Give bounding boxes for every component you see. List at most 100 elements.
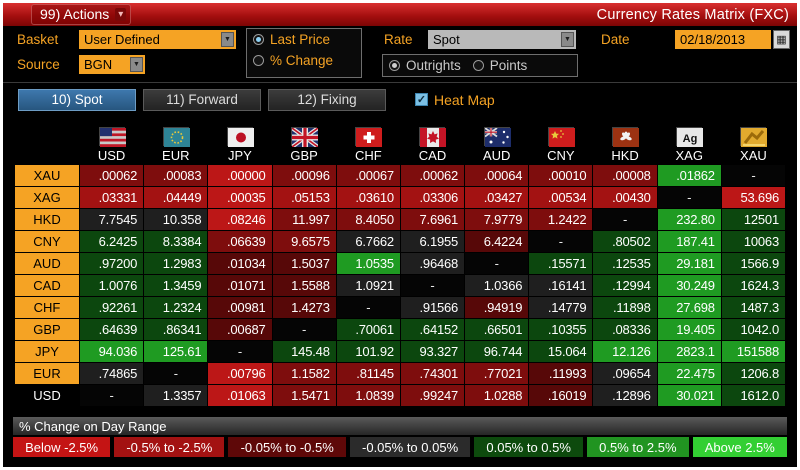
rate-cell-xag-gbp[interactable]: .05153 [272,187,336,208]
rate-cell-usd-chf[interactable]: 1.0839 [336,385,400,406]
rate-cell-xau-gbp[interactable]: .00096 [272,165,336,186]
rate-cell-aud-hkd[interactable]: .12535 [593,253,657,274]
rate-cell-cny-usd[interactable]: 6.2425 [80,231,144,252]
rate-cell-jpy-hkd[interactable]: 12.126 [593,341,657,362]
rate-cell-xau-aud[interactable]: .00064 [465,165,529,186]
rate-cell-usd-hkd[interactable]: .12896 [593,385,657,406]
row-header-xau[interactable]: XAU [15,165,79,186]
rate-cell-gbp-xau[interactable]: 1042.0 [721,319,785,340]
rate-cell-jpy-gbp[interactable]: 145.48 [272,341,336,362]
rate-cell-jpy-eur[interactable]: 125.61 [144,341,208,362]
rate-cell-gbp-cad[interactable]: .64152 [400,319,465,340]
rate-cell-cad-gbp[interactable]: 1.5588 [272,275,336,296]
rate-cell-usd-cad[interactable]: .99247 [400,385,465,406]
rate-cell-chf-xag[interactable]: 27.698 [657,297,721,318]
tab-spot[interactable]: 10) Spot [18,88,136,111]
row-header-hkd[interactable]: HKD [15,209,79,230]
rate-cell-usd-xag[interactable]: 30.021 [657,385,721,406]
column-header-chf[interactable]: CHF [336,147,400,164]
radio-option--change[interactable]: % Change [247,50,361,71]
rate-cell-jpy-aud[interactable]: 96.744 [465,341,529,362]
rate-cell-jpy-xau[interactable]: 151588 [721,341,785,362]
rate-cell-cny-cny[interactable]: - [529,231,593,252]
rate-cell-cad-chf[interactable]: 1.0921 [336,275,400,296]
rate-cell-cny-aud[interactable]: 6.4224 [465,231,529,252]
radio-option-last-price[interactable]: Last Price [247,29,361,50]
rate-cell-aud-xau[interactable]: 1566.9 [721,253,785,274]
radio-icon[interactable] [253,55,264,66]
rate-cell-hkd-gbp[interactable]: 11.997 [272,209,336,230]
column-header-jpy[interactable]: JPY [208,147,272,164]
rate-cell-cad-xau[interactable]: 1624.3 [721,275,785,296]
row-header-gbp[interactable]: GBP [15,319,79,340]
rate-cell-aud-cad[interactable]: .96468 [400,253,465,274]
tab-fixing[interactable]: 12) Fixing [268,88,386,111]
rate-cell-cny-eur[interactable]: 8.3384 [144,231,208,252]
rate-cell-xau-cad[interactable]: .00062 [400,165,465,186]
row-header-cad[interactable]: CAD [15,275,79,296]
chevron-down-icon[interactable]: ▼ [561,32,574,47]
column-header-aud[interactable]: AUD [465,147,529,164]
rate-cell-gbp-eur[interactable]: .86341 [144,319,208,340]
rate-cell-xag-xag[interactable]: - [657,187,721,208]
calendar-icon[interactable]: ▦ [773,30,790,49]
chevron-down-icon[interactable]: ▼ [130,57,143,72]
rate-cell-usd-aud[interactable]: 1.0288 [465,385,529,406]
rate-cell-gbp-usd[interactable]: .64639 [80,319,144,340]
rate-cell-usd-jpy[interactable]: .01063 [208,385,272,406]
column-header-xag[interactable]: XAG [657,147,721,164]
rate-cell-xau-jpy[interactable]: .00000 [208,165,272,186]
rate-cell-chf-jpy[interactable]: .00981 [208,297,272,318]
radio-option-outrights[interactable]: Outrights [383,55,467,76]
rate-cell-chf-aud[interactable]: .94919 [465,297,529,318]
source-select[interactable]: BGN ▼ [79,55,145,74]
rate-cell-xag-jpy[interactable]: .00035 [208,187,272,208]
radio-selected-icon[interactable] [253,34,264,45]
rate-cell-xau-usd[interactable]: .00062 [80,165,144,186]
row-header-eur[interactable]: EUR [15,363,79,384]
row-header-jpy[interactable]: JPY [15,341,79,362]
rate-cell-hkd-usd[interactable]: 7.7545 [80,209,144,230]
rate-cell-cad-cny[interactable]: .16141 [529,275,593,296]
rate-cell-jpy-usd[interactable]: 94.036 [80,341,144,362]
rate-cell-xag-cny[interactable]: .00534 [529,187,593,208]
tab-forward[interactable]: 11) Forward [143,88,261,111]
actions-menu-button[interactable]: 99) Actions ▾ [31,4,132,25]
rate-cell-eur-hkd[interactable]: .09654 [593,363,657,384]
rate-cell-eur-gbp[interactable]: 1.1582 [272,363,336,384]
radio-option-points[interactable]: Points [467,55,534,76]
rate-cell-xag-cad[interactable]: .03306 [400,187,465,208]
rate-cell-chf-eur[interactable]: 1.2324 [144,297,208,318]
rate-cell-chf-usd[interactable]: .92261 [80,297,144,318]
rate-cell-gbp-hkd[interactable]: .08336 [593,319,657,340]
rate-cell-cad-hkd[interactable]: .12994 [593,275,657,296]
rate-cell-hkd-xau[interactable]: 12501 [721,209,785,230]
date-input[interactable]: 02/18/2013 [675,30,771,49]
rate-cell-aud-gbp[interactable]: 1.5037 [272,253,336,274]
rate-cell-cny-hkd[interactable]: .80502 [593,231,657,252]
row-header-xag[interactable]: XAG [15,187,79,208]
rate-cell-gbp-jpy[interactable]: .00687 [208,319,272,340]
rate-cell-hkd-eur[interactable]: 10.358 [144,209,208,230]
rate-cell-aud-cny[interactable]: .15571 [529,253,593,274]
column-header-cad[interactable]: CAD [400,147,465,164]
rate-cell-hkd-aud[interactable]: 7.9779 [465,209,529,230]
rate-cell-jpy-jpy[interactable]: - [208,341,272,362]
rate-cell-cny-xag[interactable]: 187.41 [657,231,721,252]
rate-cell-aud-xag[interactable]: 29.181 [657,253,721,274]
row-header-usd[interactable]: USD [15,385,79,406]
rate-cell-aud-jpy[interactable]: .01034 [208,253,272,274]
column-header-hkd[interactable]: HKD [593,147,657,164]
rate-cell-cad-xag[interactable]: 30.249 [657,275,721,296]
rate-cell-aud-eur[interactable]: 1.2983 [144,253,208,274]
rate-cell-cad-usd[interactable]: 1.0076 [80,275,144,296]
rate-cell-cny-xau[interactable]: 10063 [721,231,785,252]
rate-select[interactable]: Spot ▼ [428,30,576,49]
rate-cell-eur-cny[interactable]: .11993 [529,363,593,384]
rate-cell-aud-usd[interactable]: .97200 [80,253,144,274]
heatmap-toggle[interactable]: ✓ Heat Map [415,92,495,108]
rate-cell-chf-chf[interactable]: - [336,297,400,318]
rate-cell-hkd-chf[interactable]: 8.4050 [336,209,400,230]
column-header-usd[interactable]: USD [80,147,144,164]
rate-cell-jpy-cny[interactable]: 15.064 [529,341,593,362]
